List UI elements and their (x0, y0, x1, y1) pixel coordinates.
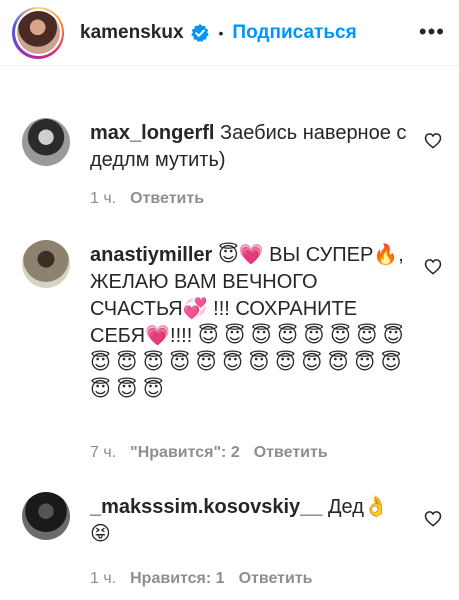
comment-time: 1 ч. (90, 190, 117, 207)
angel-emoji: 😇 (195, 352, 217, 374)
angel-emoji: 😇 (327, 352, 349, 374)
angel-emoji: 😇 (250, 325, 272, 347)
like-heart-icon[interactable] (424, 258, 442, 280)
heart-emoji: 💗 (145, 325, 171, 347)
likes-count[interactable]: Нравится: 1 (130, 570, 224, 587)
comment-text: Дед (322, 496, 364, 518)
angel-emoji: 😇 (380, 352, 402, 374)
like-heart-icon[interactable] (424, 132, 442, 154)
angel-emoji: 😇 (90, 379, 111, 401)
fire-emoji: 🔥 (373, 244, 399, 266)
reply-button[interactable]: Ответить (254, 444, 328, 461)
angel-emoji: 😇 (116, 352, 138, 374)
comment-meta: 7 ч. "Нравится": 2 Ответить (90, 444, 342, 462)
more-options-icon[interactable]: ••• (419, 21, 445, 43)
avatar-image (16, 11, 60, 54)
heart-emoji: 💗 (238, 244, 264, 266)
angel-emoji: 😇 (277, 325, 298, 347)
angel-emoji: 😇 (356, 325, 378, 347)
tongue-emoji: 😝 (90, 523, 111, 545)
likes-count[interactable]: "Нравится": 2 (130, 444, 240, 461)
angel-emoji: 😇 (90, 352, 111, 374)
angel-emoji: 😇 (142, 352, 164, 374)
comment-meta: 1 ч. Ответить (90, 190, 218, 208)
comment-username[interactable]: anastiymiller (90, 244, 212, 266)
ok-hand-emoji: 👌 (363, 496, 389, 518)
verified-badge-icon (190, 23, 210, 43)
comment-username[interactable]: max_longerfl (90, 122, 214, 144)
angel-emoji: 😇 (224, 325, 246, 347)
angel-emoji: 😇 (197, 325, 219, 347)
comment-avatar[interactable] (22, 492, 70, 540)
angel-emoji: 😇 (382, 325, 404, 347)
angel-emoji: 😇 (142, 379, 164, 401)
comment-time: 1 ч. (90, 570, 117, 587)
like-heart-icon[interactable] (424, 510, 442, 532)
reply-button[interactable]: Ответить (130, 190, 204, 207)
reply-button[interactable]: Ответить (239, 570, 313, 587)
angel-emoji: 😇 (301, 352, 323, 374)
angel-emoji: 😇 (116, 379, 138, 401)
post-header: kamenskux • Подписаться ••• (0, 0, 459, 66)
story-avatar[interactable] (12, 6, 64, 59)
angel-emoji: 😇 (274, 352, 296, 374)
comment-avatar[interactable] (22, 240, 70, 288)
angel-emoji: 😇 (217, 244, 239, 266)
angel-emoji: 😇 (329, 325, 351, 347)
comment-time: 7 ч. (90, 444, 117, 461)
separator-dot: • (218, 24, 224, 41)
comment-avatar[interactable] (22, 118, 70, 166)
comment-meta: 1 ч. Нравится: 1 Ответить (90, 570, 327, 588)
comment-username[interactable]: _maksssim.kosovskiy__ (90, 496, 322, 518)
comment-text: anastiymiller 😇💗 ВЫ СУПЕР🔥, ЖЕЛАЮ ВАМ ВЕ… (90, 244, 404, 401)
angel-emoji: 😇 (169, 352, 191, 374)
angel-emoji: 😇 (354, 352, 376, 374)
angel-emoji: 😇 (303, 325, 325, 347)
hearts-emoji: 💞 (182, 298, 208, 320)
follow-button[interactable]: Подписаться (232, 22, 356, 44)
author-username[interactable]: kamenskux (80, 22, 184, 44)
angel-emoji: 😇 (222, 352, 243, 374)
angel-emoji: 😇 (248, 352, 270, 374)
